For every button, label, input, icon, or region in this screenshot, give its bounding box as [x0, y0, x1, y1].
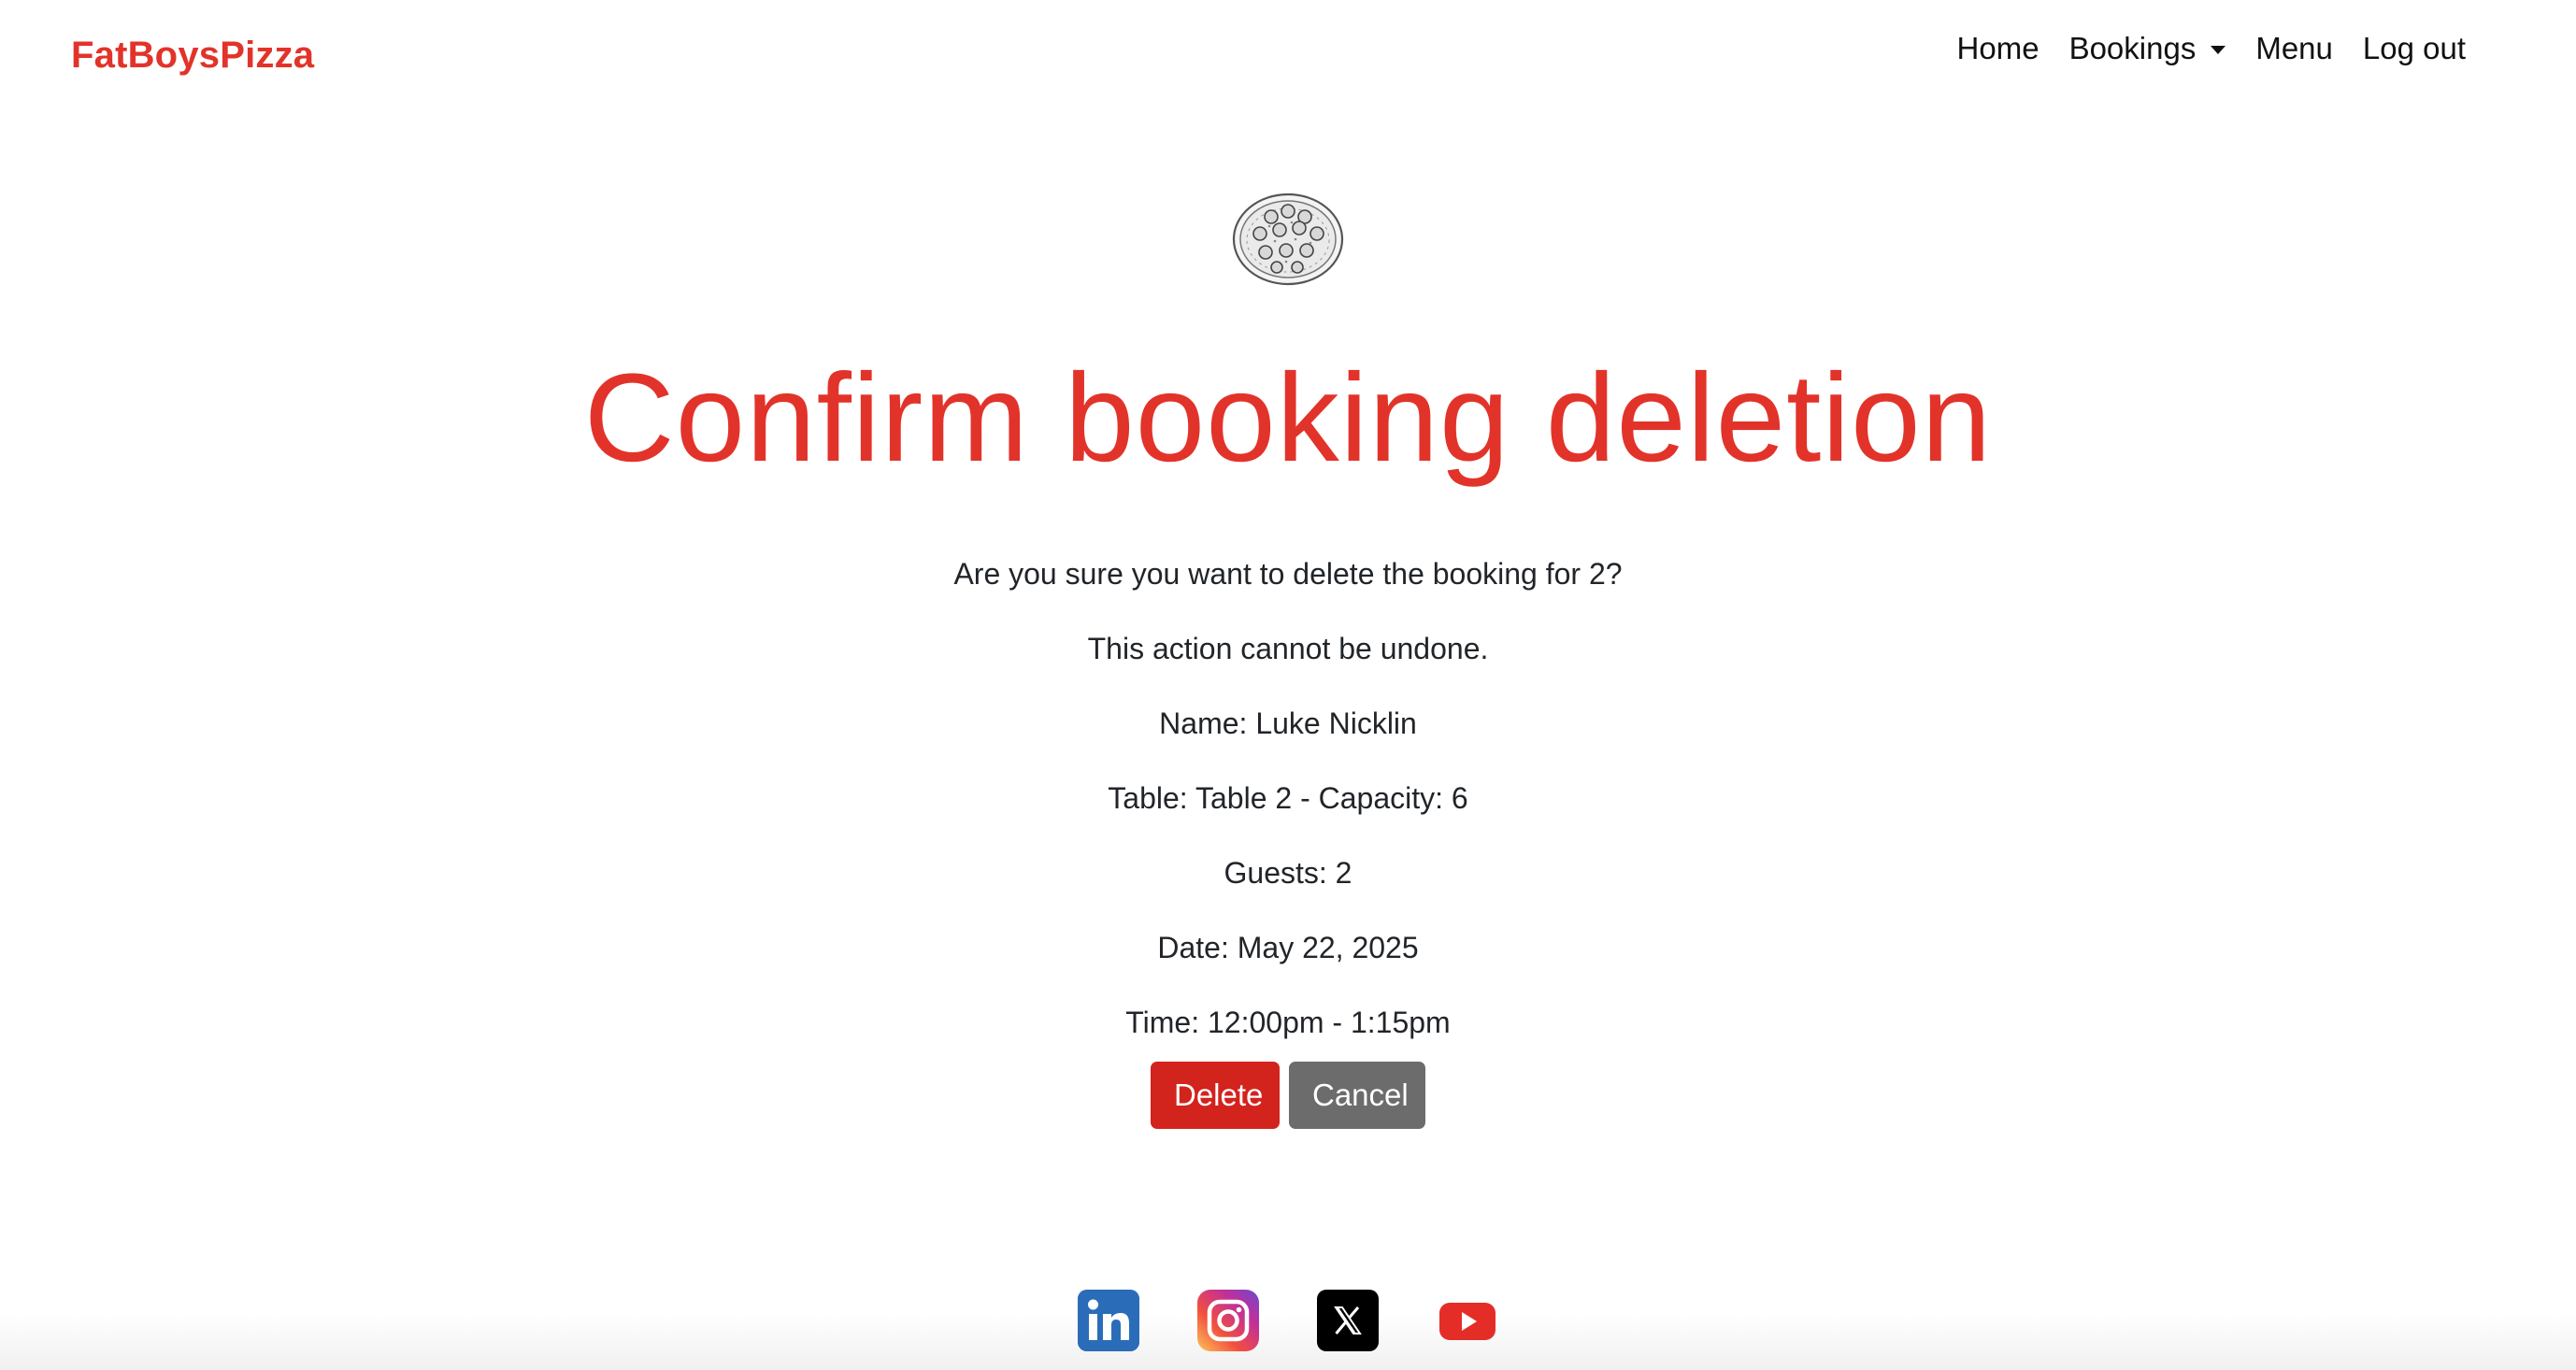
instagram-icon[interactable] [1197, 1290, 1259, 1351]
nav-links: Home Bookings Menu Log out [1942, 26, 2481, 71]
nav-logout[interactable]: Log out [2348, 26, 2481, 71]
booking-table: Table: Table 2 - Capacity: 6 [1108, 781, 1468, 815]
youtube-icon[interactable] [1437, 1290, 1498, 1351]
pizza-icon [1232, 193, 1344, 286]
social-links [0, 1290, 2576, 1351]
confirm-question: Are you sure you want to delete the book… [953, 557, 1623, 591]
booking-guests: Guests: 2 [1224, 856, 1352, 890]
delete-button[interactable]: Delete [1151, 1062, 1280, 1129]
nav-menu[interactable]: Menu [2240, 26, 2348, 71]
nav-bookings-label: Bookings [2068, 31, 2197, 65]
main-content: Confirm booking deletion Are you sure yo… [0, 187, 2576, 1129]
booking-time: Time: 12:00pm - 1:15pm [1125, 1006, 1451, 1039]
linkedin-icon[interactable] [1078, 1290, 1139, 1351]
page-title: Confirm booking deletion [583, 349, 1993, 488]
brand-logo[interactable]: FatBoysPizza [71, 32, 314, 78]
nav-home[interactable]: Home [1942, 26, 2054, 71]
nav-bookings-dropdown[interactable]: Bookings [2054, 26, 2241, 71]
caret-down-icon [2211, 46, 2226, 54]
page: FatBoysPizza Home Bookings Menu Log out [0, 0, 2576, 1370]
navbar: FatBoysPizza Home Bookings Menu Log out [0, 0, 2576, 112]
x-icon[interactable] [1317, 1290, 1379, 1351]
booking-date: Date: May 22, 2025 [1157, 931, 1419, 964]
action-buttons: Delete Cancel [0, 1062, 2576, 1129]
booking-details: Are you sure you want to delete the book… [0, 555, 2576, 1041]
booking-name: Name: Luke Nicklin [1159, 706, 1417, 740]
cancel-button[interactable]: Cancel [1289, 1062, 1425, 1129]
warning-text: This action cannot be undone. [1087, 632, 1489, 665]
